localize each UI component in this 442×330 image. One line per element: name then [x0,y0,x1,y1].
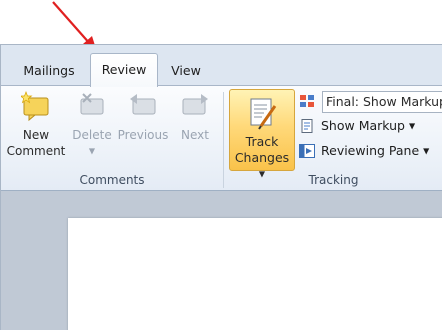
tab-mailings[interactable]: Mailings [13,59,85,83]
delete-comment-icon [80,93,104,115]
show-markup-icon [301,119,313,133]
display-for-review-icon [300,95,314,107]
previous-label: Previous [117,128,169,142]
ribbon-tab-bar: Mailings Review View [1,45,442,87]
tab-view[interactable]: View [163,59,209,83]
review-ribbon: New Comment Delete ▼ Previous Next Comme… [1,85,442,191]
comments-group-label: Comments [79,173,145,187]
new-comment-label-1: New [22,128,50,142]
tracking-group-label: Tracking [308,173,359,187]
previous-comment-button[interactable]: Previous [117,90,169,143]
track-changes-icon [250,98,277,130]
document-area [1,191,442,330]
new-comment-icon [21,91,49,122]
next-label: Next [181,128,209,142]
show-markup-dropdown-arrow: ▼ [408,121,416,131]
reviewing-pane-label: Reviewing Pane [321,143,420,158]
show-markup-label: Show Markup [321,118,405,133]
previous-comment-icon [130,94,156,115]
track-changes-label-1: Track [245,134,279,149]
next-comment-button[interactable]: Next [173,90,217,143]
track-changes-label-text: Changes [234,150,290,165]
word-window: Mailings Review View New Comment Delete … [0,44,442,330]
track-changes-button[interactable]: Track Changes ▼ [229,89,295,179]
reviewing-pane-icon [299,144,315,158]
tab-review[interactable]: Review [90,53,158,87]
next-comment-icon [182,94,208,115]
delete-dropdown-arrow[interactable]: ▼ [69,143,115,160]
new-comment-label-2: Comment [6,144,66,158]
delete-comment-button[interactable]: Delete ▼ [69,90,115,160]
document-page[interactable] [68,218,442,330]
delete-label: Delete [72,128,112,142]
new-comment-button[interactable]: New Comment [5,90,67,159]
reviewing-pane-dropdown-arrow: ▼ [423,146,430,156]
display-for-review-combo[interactable]: Final: Show Markup [322,91,442,113]
